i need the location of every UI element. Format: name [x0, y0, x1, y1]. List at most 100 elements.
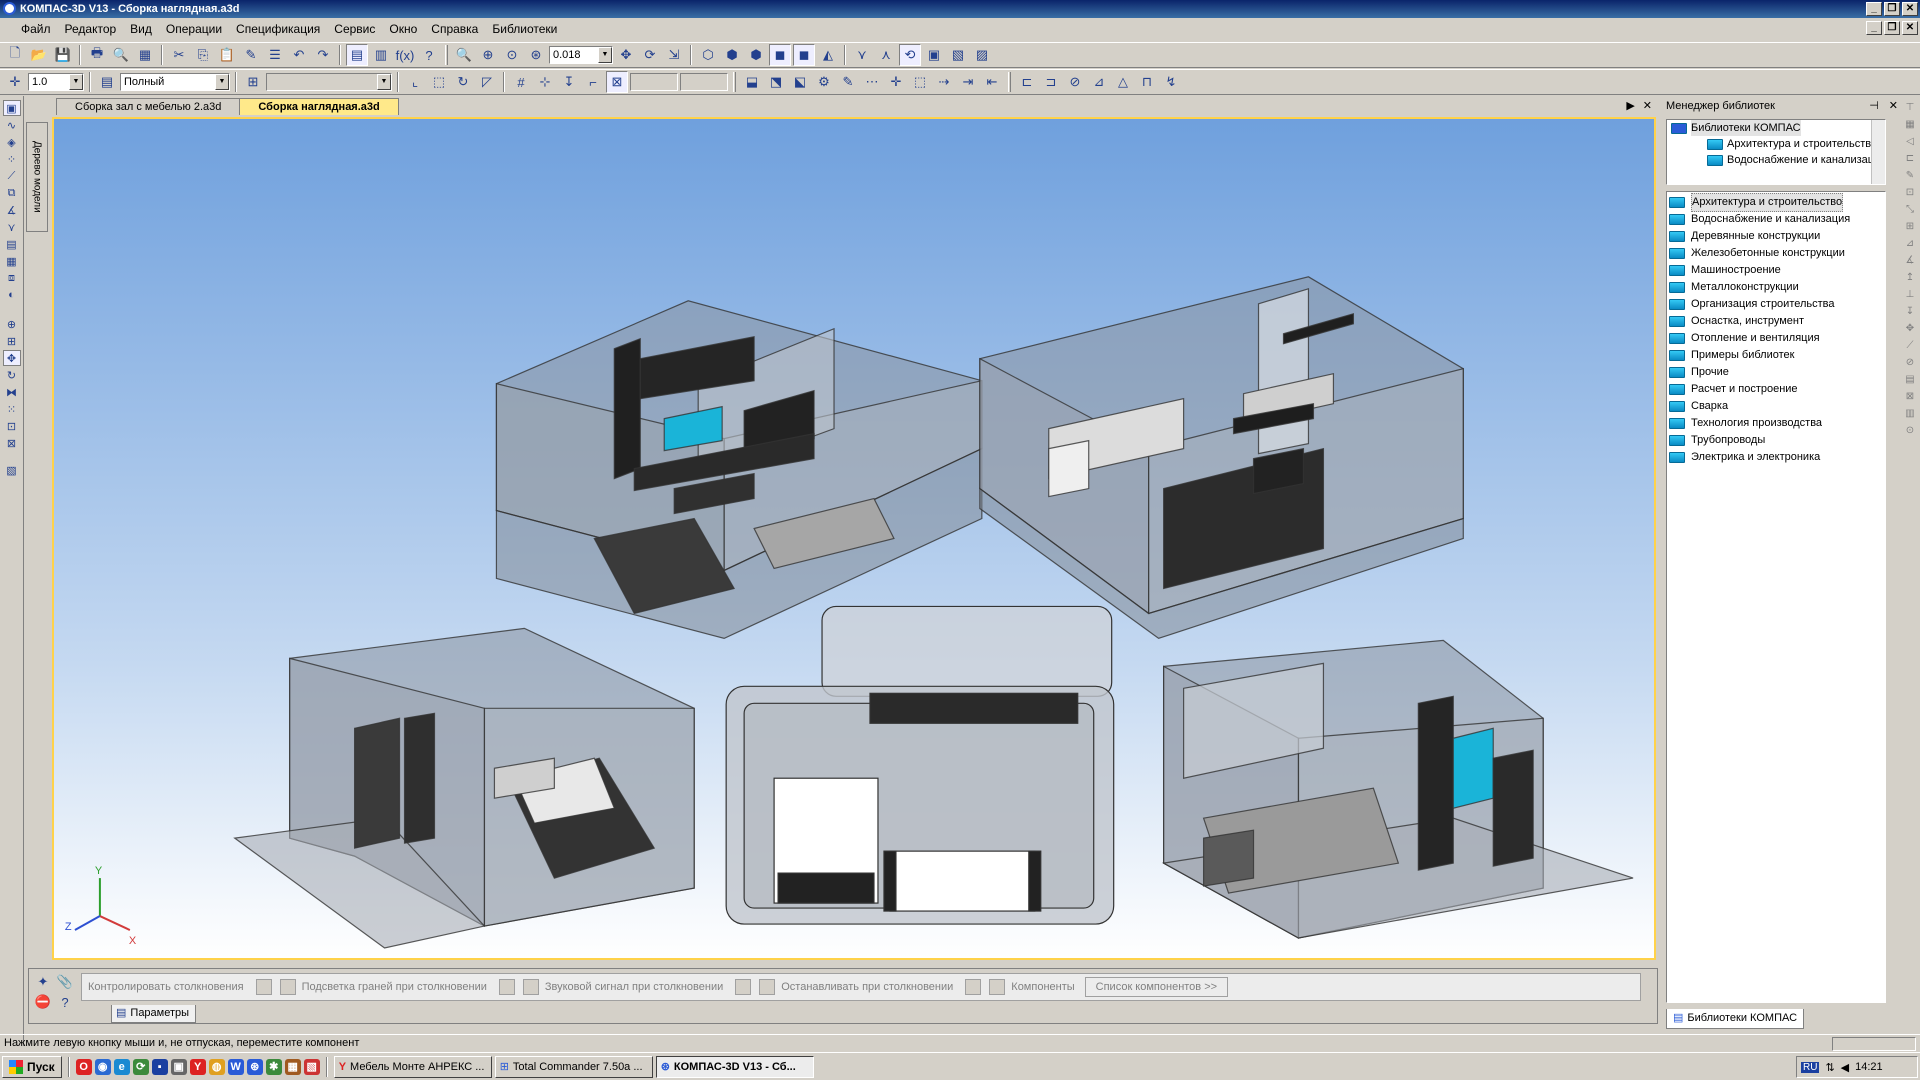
right-tool-18-icon[interactable]: ⊠ [1903, 390, 1917, 404]
elements-icon[interactable]: ⧈ [3, 270, 21, 286]
manager-icon[interactable]: ▦ [134, 44, 156, 66]
list-item[interactable]: Оснастка, инструмент [1667, 313, 1885, 330]
tab-visual-assembly[interactable]: Сборка наглядная.a3d [239, 98, 399, 115]
list-item[interactable]: Металлоконструкции [1667, 279, 1885, 296]
move-component-icon[interactable]: ✥ [2, 350, 21, 366]
edit-tool-2-icon[interactable]: ⬔ [765, 71, 787, 93]
close-button[interactable]: ✕ [1902, 2, 1918, 16]
room-view-top-left[interactable] [495, 300, 983, 640]
start-button[interactable]: Пуск [2, 1055, 62, 1078]
right-tool-12-icon[interactable]: ⊥ [1903, 288, 1917, 302]
network-icon[interactable]: ⇅ [1825, 1061, 1834, 1074]
list-item[interactable]: Отопление и вентиляция [1667, 330, 1885, 347]
tab-close-icon[interactable]: ✕ [1643, 99, 1652, 112]
edit-tool-11-icon[interactable]: ⇤ [981, 71, 1003, 93]
hidden-thin-icon[interactable]: ⬢ [745, 44, 767, 66]
model-tree-tab[interactable]: Дерево модели [26, 122, 48, 232]
room-view-bottom-left[interactable] [233, 627, 695, 949]
control-collisions-checkbox[interactable] [255, 979, 272, 995]
auto-create-icon[interactable]: ✦ [33, 973, 53, 991]
list-item[interactable]: Организация строительства [1667, 296, 1885, 313]
right-tool-13-icon[interactable]: ↧ [1903, 305, 1917, 319]
save-icon[interactable]: 💾 [52, 44, 74, 66]
list-item[interactable]: Водоснабжение и канализация [1667, 211, 1885, 228]
volume-icon[interactable]: ◀ [1841, 1061, 1849, 1074]
edit-tool-1-icon[interactable]: ⬓ [741, 71, 763, 93]
rotate-component-icon[interactable]: ↻ [3, 367, 21, 383]
measure-icon[interactable]: ↧ [558, 71, 580, 93]
assembly-scene[interactable]: Y X Z [54, 119, 1654, 958]
right-tool-15-icon[interactable]: ⟋ [1903, 339, 1917, 353]
room-view-bottom-right[interactable] [1161, 639, 1634, 940]
component-file-icon[interactable]: ⊞ [3, 333, 21, 349]
cut-icon[interactable]: ✂ [168, 44, 190, 66]
snap-points-icon[interactable]: ⊠ [606, 71, 628, 93]
properties-icon[interactable]: ☰ [264, 44, 286, 66]
arrays-icon[interactable]: ⁘ [3, 151, 21, 167]
mate-tool-7-icon[interactable]: ↯ [1160, 71, 1182, 93]
components-checkbox-1[interactable] [965, 979, 982, 995]
undo-icon[interactable]: ↶ [288, 44, 310, 66]
minimize-button[interactable]: _ [1866, 2, 1882, 16]
mates-icon[interactable]: ⧉ [3, 185, 21, 201]
right-tool-4-icon[interactable]: ⊏ [1903, 152, 1917, 166]
right-tool-9-icon[interactable]: ⊿ [1903, 237, 1917, 251]
mate-tool-2-icon[interactable]: ⊐ [1040, 71, 1062, 93]
language-indicator[interactable]: RU [1801, 1061, 1820, 1073]
right-tool-1-icon[interactable]: ⊤ [1903, 101, 1917, 115]
paperclip-icon[interactable]: 📎 [55, 973, 75, 991]
right-tool-11-icon[interactable]: ↥ [1903, 271, 1917, 285]
list-item[interactable]: Прочие [1667, 364, 1885, 381]
zoom-window-icon[interactable]: 🔍 [453, 44, 475, 66]
rebuild-icon[interactable]: ⟲ [899, 44, 921, 66]
tab-hall-with-furniture[interactable]: Сборка зал с мебелью 2.a3d [56, 98, 241, 115]
edit-tool-6-icon[interactable]: ⋯ [861, 71, 883, 93]
list-item[interactable]: Машиностроение [1667, 262, 1885, 279]
right-tool-2-icon[interactable]: ▦ [1903, 118, 1917, 132]
doc-restore-button[interactable]: ❐ [1884, 21, 1900, 35]
component-lib-icon[interactable]: ⊠ [3, 435, 21, 451]
edit-tool-9-icon[interactable]: ⇢ [933, 71, 955, 93]
right-tool-16-icon[interactable]: ⊘ [1903, 356, 1917, 370]
print-icon[interactable]: 🖶 [86, 44, 108, 66]
layer-style-icon[interactable]: ▤ [96, 71, 118, 93]
app-cube-icon[interactable]: ▧ [303, 1058, 320, 1075]
right-tool-19-icon[interactable]: ▥ [1903, 407, 1917, 421]
room-view-bottom-center[interactable] [725, 605, 1115, 925]
step-cursor-icon[interactable]: ✛ [4, 71, 26, 93]
perspective-icon[interactable]: ◭ [817, 44, 839, 66]
mate-tool-5-icon[interactable]: △ [1112, 71, 1134, 93]
zoom-scale-combo[interactable]: 0.018 ▼ [549, 46, 613, 64]
library-kompas-tab[interactable]: ▤ Библиотеки КОМПАС [1666, 1009, 1805, 1029]
stop-icon[interactable]: ⛔ [33, 993, 53, 1011]
tree-panel-icon[interactable]: ▤ [346, 44, 368, 66]
orbit-icon[interactable]: ↻ [452, 71, 474, 93]
report-icon[interactable]: ▨ [971, 44, 993, 66]
right-tool-20-icon[interactable]: ⊙ [1903, 424, 1917, 438]
highlight-faces-checkbox[interactable] [279, 979, 296, 995]
component-list-button[interactable]: Список компонентов >> [1084, 977, 1229, 997]
array-component-icon[interactable]: ⁙ [3, 401, 21, 417]
grid-icon[interactable]: # [510, 71, 532, 93]
kompas-icon[interactable]: ⊛ [246, 1058, 263, 1075]
print-preview-icon[interactable]: 🔍 [110, 44, 132, 66]
spec-icon[interactable]: ▧ [947, 44, 969, 66]
media-icon[interactable]: ◉ [94, 1058, 111, 1075]
rotate-icon[interactable]: ⟳ [639, 44, 661, 66]
restore-button[interactable]: ❐ [1884, 2, 1900, 16]
tree-item-water[interactable]: Водоснабжение и канализация [1667, 152, 1885, 168]
mate-tool-4-icon[interactable]: ⊿ [1088, 71, 1110, 93]
clock[interactable]: 14:21 [1855, 1061, 1883, 1073]
word-icon[interactable]: W [227, 1058, 244, 1075]
list-item[interactable]: Архитектура и строительство [1667, 193, 1885, 212]
list-item[interactable]: Примеры библиотек [1667, 347, 1885, 364]
snap-grid-icon[interactable]: ⊹ [534, 71, 556, 93]
opera-icon[interactable]: O [75, 1058, 92, 1075]
edit-tool-7-icon[interactable]: ✛ [885, 71, 907, 93]
save-disk-icon[interactable]: ▪ [151, 1058, 168, 1075]
menu-view[interactable]: Вид [123, 20, 159, 38]
pin-icon[interactable]: ⊣ [1869, 97, 1879, 115]
list-item[interactable]: Электрика и электроника [1667, 449, 1885, 466]
menu-operations[interactable]: Операции [159, 20, 229, 38]
new-document-icon[interactable]: 🗋 [4, 44, 26, 66]
